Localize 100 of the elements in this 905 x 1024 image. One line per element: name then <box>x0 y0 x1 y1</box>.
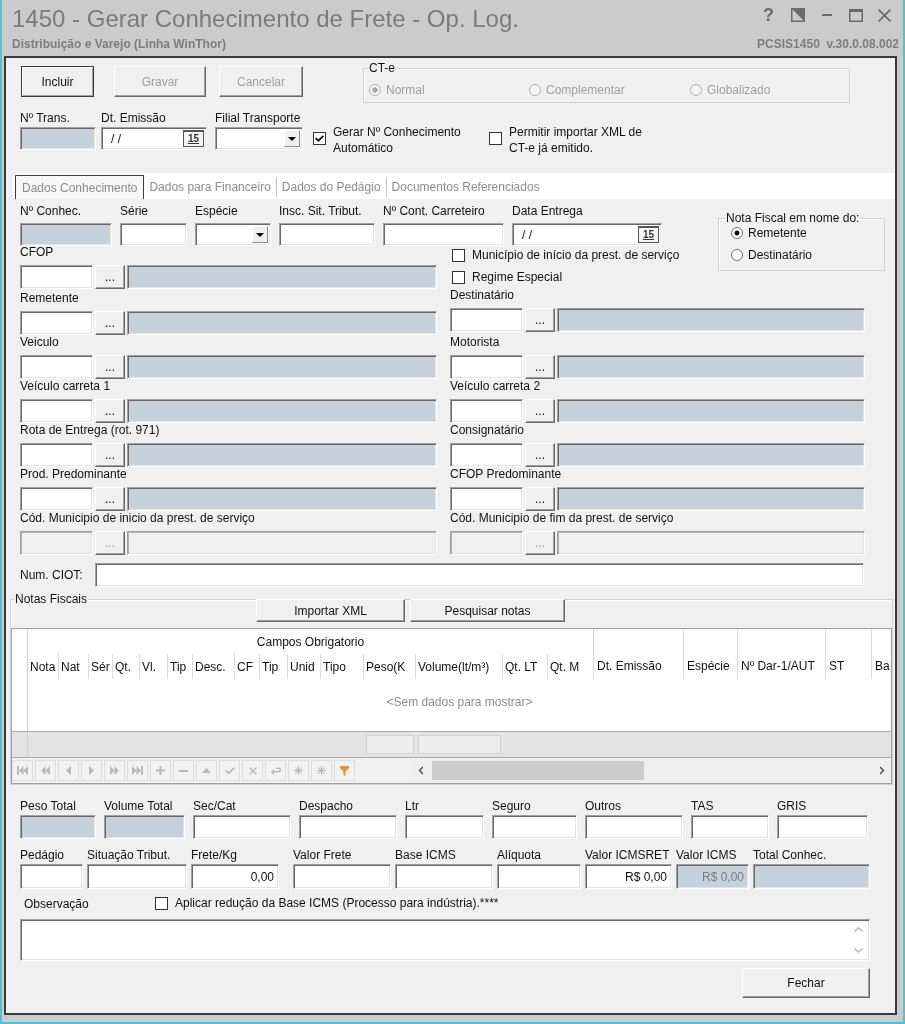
text-field[interactable] <box>299 815 397 839</box>
text-field[interactable] <box>691 815 769 839</box>
maximize-icon[interactable] <box>848 8 863 22</box>
column-header[interactable]: CF <box>235 654 260 679</box>
text-field[interactable]: 0,00 <box>191 864 279 889</box>
column-header[interactable]: Tipo <box>321 654 364 679</box>
field-label: Destinatário <box>450 288 516 302</box>
column-header[interactable]: Qt. LT <box>503 654 548 679</box>
scroll-thumb[interactable] <box>432 761 644 780</box>
text-field[interactable] <box>405 815 484 839</box>
lookup-button[interactable]: ... <box>95 443 125 467</box>
checkbox-label[interactable]: Gerar Nº Conhecimento Automático <box>333 124 483 156</box>
text-field[interactable] <box>20 864 83 889</box>
code-field[interactable] <box>20 399 93 423</box>
text-field[interactable] <box>383 223 504 246</box>
date-field[interactable]: / / 15 <box>512 223 662 246</box>
checkbox-label[interactable]: Regime Especial <box>472 270 563 284</box>
column-header[interactable]: Unid <box>288 654 321 679</box>
column-header[interactable]: Volume(lt/m³) <box>416 654 503 679</box>
combo-field[interactable] <box>195 223 271 246</box>
column-header[interactable]: Qt. <box>113 654 140 679</box>
checkbox-label[interactable]: Permitir importar XML de CT-e já emitido. <box>509 124 659 156</box>
checkbox[interactable] <box>313 132 326 145</box>
text-field[interactable] <box>193 815 291 839</box>
column-header[interactable]: Espécie <box>684 629 738 679</box>
checkbox-label[interactable]: Município de início da prest. de serviço <box>472 248 680 262</box>
checkbox[interactable] <box>155 896 168 910</box>
text-field[interactable] <box>492 815 577 839</box>
lookup-button[interactable]: ... <box>525 355 555 379</box>
tab[interactable]: Documentos Referenciados <box>385 177 545 197</box>
lookup-button[interactable]: ... <box>525 443 555 467</box>
text-field[interactable] <box>497 864 581 889</box>
code-field[interactable] <box>450 487 523 511</box>
lookup-button[interactable]: ... <box>525 399 555 423</box>
column-header[interactable]: Tip <box>260 654 288 679</box>
radio-button[interactable] <box>731 249 743 261</box>
column-header[interactable]: ST <box>826 629 872 679</box>
search-button[interactable]: Pesquisar notas <box>410 599 565 622</box>
close-icon[interactable] <box>878 8 891 22</box>
date-field[interactable]: / / 15 <box>101 127 207 150</box>
text-field[interactable]: R$ 0,00 <box>585 864 672 889</box>
import-xml-button[interactable]: Importar XML <box>256 599 405 622</box>
column-header[interactable]: Sér <box>89 654 113 679</box>
column-header[interactable]: Tip <box>168 654 193 679</box>
calendar-button[interactable]: 15 <box>183 130 204 147</box>
calendar-button[interactable]: 15 <box>638 226 659 243</box>
checkbox[interactable] <box>452 270 465 284</box>
column-header[interactable]: Desc. <box>193 654 235 679</box>
radio-label[interactable]: Destinatário <box>748 248 813 262</box>
radio-label[interactable]: Remetente <box>748 226 807 240</box>
lookup-button[interactable]: ... <box>525 308 555 332</box>
combo-field[interactable] <box>215 127 303 150</box>
text-field[interactable] <box>120 223 187 246</box>
lookup-button[interactable]: ... <box>95 265 125 289</box>
column-header[interactable]: Qt. M <box>548 654 594 679</box>
lookup-button[interactable]: ... <box>525 487 555 511</box>
text-field[interactable] <box>87 864 187 889</box>
text-field[interactable] <box>395 864 493 889</box>
text-field[interactable] <box>293 864 391 889</box>
checkmark-icon <box>224 766 235 775</box>
dropdown-button[interactable] <box>284 130 300 147</box>
column-header[interactable]: Dt. Emissão <box>594 629 684 679</box>
column-header[interactable]: Ba <box>872 629 891 679</box>
minimize-icon[interactable] <box>821 14 832 16</box>
add-button[interactable]: Incluir <box>21 66 94 97</box>
column-header[interactable]: Nota <box>28 654 59 679</box>
text-field[interactable] <box>279 223 375 246</box>
code-field[interactable] <box>20 355 93 379</box>
field-label: Base ICMS <box>395 848 456 862</box>
lookup-button[interactable]: ... <box>95 399 125 423</box>
column-band-header: Campos Obrigatorio <box>28 629 594 654</box>
close-button[interactable]: Fechar <box>742 968 870 998</box>
code-field[interactable] <box>20 311 93 335</box>
chevron-right-icon[interactable] <box>880 766 885 775</box>
lookup-button[interactable]: ... <box>95 355 125 379</box>
code-field[interactable] <box>20 487 93 511</box>
dropdown-button[interactable] <box>252 226 268 243</box>
code-field[interactable] <box>450 399 523 423</box>
text-field[interactable] <box>95 563 864 587</box>
column-header[interactable]: Vl. <box>140 654 168 679</box>
column-header[interactable]: Nat <box>59 654 89 679</box>
code-field[interactable] <box>450 355 523 379</box>
tab[interactable]: Dados para Financeiro <box>144 177 276 197</box>
chevron-left-icon[interactable] <box>418 766 423 775</box>
code-field[interactable] <box>20 443 93 467</box>
checkbox-label[interactable]: Aplicar redução da Base ICMS (Processo para indústria).**** <box>175 896 499 910</box>
column-header[interactable]: Nº Dar-1/AUT <box>738 629 826 679</box>
checkbox[interactable] <box>452 248 465 262</box>
column-header[interactable]: Peso(K <box>364 654 416 679</box>
memo-field[interactable] <box>20 919 870 961</box>
radio-button[interactable] <box>731 227 743 239</box>
code-field[interactable] <box>450 443 523 467</box>
lookup-button[interactable]: ... <box>95 487 125 511</box>
tab[interactable]: Dados do Pedágio <box>275 177 386 197</box>
checkbox[interactable] <box>489 132 502 145</box>
text-field[interactable] <box>585 815 683 839</box>
code-field[interactable] <box>20 265 93 289</box>
lookup-button[interactable]: ... <box>95 311 125 335</box>
code-field[interactable] <box>450 308 523 332</box>
text-field[interactable] <box>777 815 868 839</box>
